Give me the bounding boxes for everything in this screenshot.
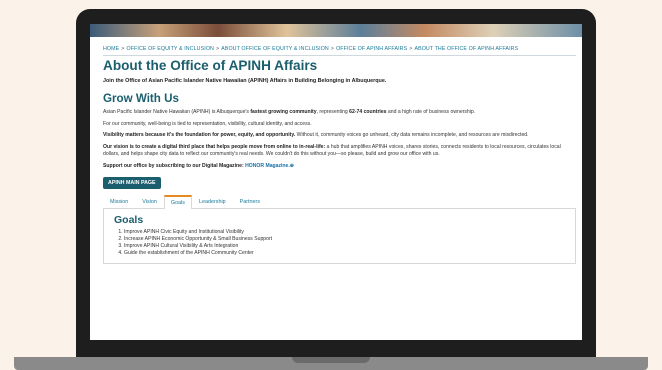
tab-panel-goals: Goals Improve APINH Civic Equity and Ins…: [103, 208, 576, 265]
honor-magazine-link[interactable]: HONOR Magazine.: [245, 163, 290, 169]
apinh-main-page-button[interactable]: APINH MAIN PAGE: [103, 176, 161, 189]
emphasis: Visibility matters because it's the foun…: [103, 132, 296, 139]
text: Asian Pacific Islander Native Hawaiian (…: [103, 109, 251, 115]
tab-goals[interactable]: Goals: [163, 194, 192, 209]
breadcrumb-separator: >: [330, 46, 335, 52]
breadcrumb-current[interactable]: ABOUT THE OFFICE OF APINH AFFAIRS: [414, 46, 518, 52]
breadcrumb-separator: >: [121, 46, 125, 52]
browser-screen: HOME > OFFICE OF EQUITY & INCLUSION > ABOUT …: [90, 24, 582, 340]
text: and a high rate of business ownership.: [386, 109, 476, 115]
tab-mission[interactable]: Mission: [103, 195, 135, 208]
breadcrumb-separator: >: [409, 46, 413, 52]
text: Without it, community voices go unheard,…: [295, 132, 529, 139]
list-item: Improve APINH Civic Equity and Instituti…: [124, 229, 565, 236]
intro-text: Join the Office of Asian Pacific Islande…: [103, 78, 387, 84]
paragraph-vision: Our vision is to create a digital third …: [103, 144, 576, 159]
emphasis: Support our office by subscribing to our…: [103, 162, 246, 169]
breadcrumb-home[interactable]: HOME: [103, 46, 119, 52]
panel-title: Goals: [114, 213, 144, 226]
text: , representing: [316, 109, 350, 115]
tab-vision[interactable]: Vision: [135, 195, 164, 208]
breadcrumb-about-equity[interactable]: ABOUT OFFICE OF EQUITY & INCLUSION: [221, 46, 329, 52]
tab-bar: Mission Vision Goals Leadership Partners: [103, 194, 576, 209]
hero-banner-image: [90, 24, 582, 37]
goals-list: Improve APINH Civic Equity and Instituti…: [114, 229, 565, 258]
breadcrumb: HOME > OFFICE OF EQUITY & INCLUSION > ABOUT …: [103, 46, 576, 56]
external-link-icon[interactable]: ⊕: [290, 163, 294, 169]
page-title: About the Office of APINH Affairs: [103, 58, 318, 73]
emphasis: 62-74 countries: [349, 109, 387, 115]
paragraph-support: Support our office by subscribing to our…: [103, 163, 576, 171]
section-title: Grow With Us: [103, 92, 179, 105]
breadcrumb-equity-inclusion[interactable]: OFFICE OF EQUITY & INCLUSION: [127, 46, 214, 52]
paragraph-visibility: Visibility matters because it's the foun…: [103, 132, 576, 140]
paragraph-wellbeing: For our community, well-being is tied to…: [103, 120, 312, 127]
breadcrumb-separator: >: [215, 46, 220, 52]
list-item: Increase APINH Economic Opportunity & Sm…: [124, 236, 565, 243]
tab-partners[interactable]: Partners: [233, 195, 267, 208]
paragraph-growth: Asian Pacific Islander Native Hawaiian (…: [103, 109, 576, 117]
laptop-notch: [292, 357, 370, 363]
page-content: HOME > OFFICE OF EQUITY & INCLUSION > ABOUT …: [90, 46, 582, 265]
list-item: Guide the establishment of the APINH Com…: [124, 250, 565, 257]
emphasis: fastest growing community: [250, 109, 317, 115]
breadcrumb-apinh-affairs[interactable]: OFFICE OF APINH AFFAIRS: [336, 46, 407, 52]
emphasis: Our vision is to create a digital third …: [103, 143, 326, 150]
tab-leadership[interactable]: Leadership: [192, 195, 233, 208]
list-item: Improve APINH Cultural Visibility & Arts…: [124, 243, 565, 250]
